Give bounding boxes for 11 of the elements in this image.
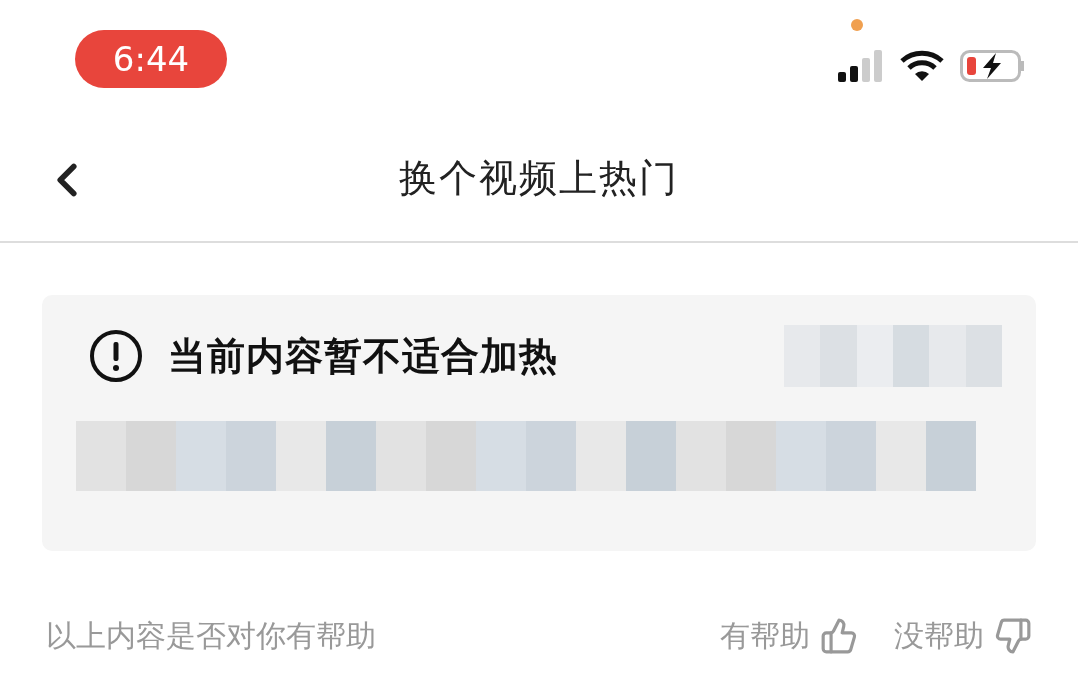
feedback-button[interactable]: 有帮助 [720,613,858,658]
exclamation-circle-icon [88,328,144,384]
thumbs-up-icon [820,616,858,655]
signal-icon [838,50,884,82]
page-title: 换个视频上热门 [399,154,679,202]
time-pill: 6:44 [75,30,227,88]
feedback-button[interactable]: 没帮助 [894,613,1032,658]
notice-title: 当前内容暂不适合加热 [168,332,558,380]
wifi-icon [900,50,944,82]
thumbs-down-icon [994,616,1032,655]
feedback-question: 以上内容是否对你有帮助 [46,617,376,655]
